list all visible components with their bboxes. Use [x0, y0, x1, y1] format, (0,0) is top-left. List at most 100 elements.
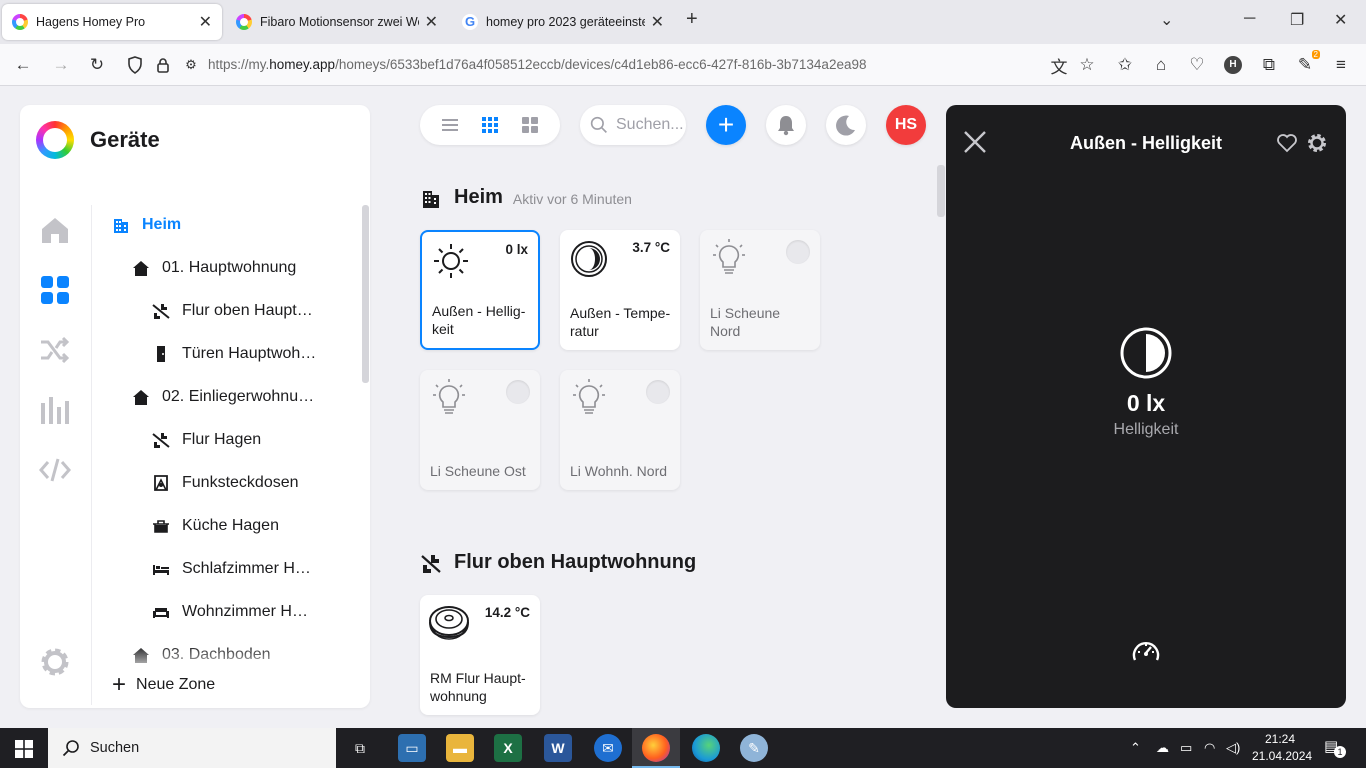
flows-icon[interactable] [38, 333, 72, 367]
edge-icon[interactable] [692, 734, 720, 762]
browser-nav-bar: ← → ↻ ⚙ https://my.homey.app/homeys/6533… [0, 44, 1366, 86]
windows-start-icon[interactable] [15, 740, 33, 758]
user-avatar[interactable]: HS [886, 105, 926, 145]
zone-tree-item[interactable]: 02. Einliegerwohnu… [132, 388, 314, 406]
onedrive-icon[interactable]: ☁ [1156, 740, 1169, 756]
zone-tree-item[interactable]: Flur Hagen [152, 431, 261, 449]
zone-tree-item[interactable]: Türen Hauptwoh… [152, 345, 316, 363]
device-detail-panel: Außen - Helligkeit 0 lx Helligkeit [946, 105, 1346, 708]
dark-mode-button[interactable] [826, 105, 866, 145]
insights-icon[interactable] [38, 393, 72, 427]
gear-icon[interactable] [1306, 132, 1328, 154]
tree-divider [91, 205, 92, 705]
search-icon [62, 740, 79, 757]
wifi-icon[interactable]: ◠ [1204, 740, 1215, 756]
permissions-icon[interactable]: ⚙ [180, 54, 202, 76]
profile-avatar[interactable]: H [1222, 54, 1244, 76]
list-view-icon[interactable] [440, 115, 460, 135]
device-card-li-scheune-nord[interactable]: Li Scheune Nord [700, 230, 820, 350]
sun-icon [434, 244, 468, 278]
device-card-aussen-helligkeit[interactable]: 0 lx Außen - Hellig-keit [420, 230, 540, 350]
zone-tree-item[interactable]: 01. Hauptwohnung [132, 259, 296, 277]
close-tab-icon[interactable]: ✕ [651, 12, 664, 32]
notifications-icon[interactable]: ▤ 1 [1324, 737, 1346, 758]
stairs-icon [152, 302, 170, 320]
tray-chevron-up-icon[interactable]: ⌃ [1130, 740, 1141, 756]
stairs-icon [152, 431, 170, 449]
extensions-icon[interactable]: ⧉ [1258, 54, 1280, 76]
reload-icon[interactable]: ↻ [86, 54, 108, 76]
gauge-icon[interactable] [1130, 636, 1162, 668]
firefox-icon[interactable] [642, 734, 670, 762]
browser-tab-homey[interactable]: Hagens Homey Pro ✕ [2, 4, 222, 40]
saved-bookmarks-icon[interactable]: ✩ [1114, 54, 1136, 76]
new-zone-button[interactable]: + Neue Zone [112, 671, 215, 699]
home-icon[interactable]: ⌂ [1150, 54, 1172, 76]
battery-icon[interactable]: ▭ [1180, 740, 1192, 756]
homey-favicon-icon [12, 14, 28, 30]
volume-icon[interactable]: ◁) [1226, 740, 1240, 756]
main-scrollbar[interactable] [937, 165, 945, 217]
zone-tree-item[interactable]: Flur oben Haupt… [152, 302, 313, 320]
lock-icon[interactable] [152, 54, 174, 76]
heart-icon[interactable] [1276, 132, 1298, 154]
zone-tree-item[interactable]: Wohnzimmer H… [152, 603, 308, 621]
forward-arrow-icon[interactable]: → [50, 54, 72, 76]
device-card-rm-flur-hauptwohnung[interactable]: 14.2 °C RM Flur Haupt-wohnung [420, 595, 540, 715]
word-icon[interactable]: W [544, 734, 572, 762]
google-favicon-icon: G [462, 14, 478, 30]
bulb-icon [713, 239, 745, 274]
device-card-li-wohnh-nord[interactable]: Li Wohnh. Nord [560, 370, 680, 490]
new-tab-icon[interactable]: + [686, 8, 698, 31]
code-icon[interactable] [38, 453, 72, 487]
pocket-icon[interactable]: ♡ [1186, 54, 1208, 76]
back-arrow-icon[interactable]: ← [12, 54, 34, 76]
browser-tab-fibaro[interactable]: Fibaro Motionsensor zwei Werte ✕ [226, 4, 448, 40]
window-close-icon[interactable]: ✕ [1334, 10, 1347, 30]
url-bar[interactable]: https://my.homey.app/homeys/6533bef1d76a… [208, 57, 866, 72]
close-tab-icon[interactable]: ✕ [199, 12, 212, 32]
maximize-icon[interactable]: ❐ [1290, 10, 1304, 30]
thunderbird-icon[interactable]: ✉ [594, 734, 622, 762]
taskbar-search[interactable]: Suchen [48, 728, 336, 768]
device-card-li-scheune-ost[interactable]: Li Scheune Ost [420, 370, 540, 490]
notifications-button[interactable] [766, 105, 806, 145]
home-icon[interactable] [38, 213, 72, 247]
shield-icon[interactable] [124, 54, 146, 76]
device-toggle[interactable] [646, 380, 670, 404]
large-grid-view-icon[interactable] [520, 115, 540, 135]
extension-icon[interactable]: ✎ 2 [1294, 50, 1320, 76]
building-icon [112, 216, 130, 234]
tab-list-chevron-down-icon[interactable]: ⌄ [1160, 10, 1173, 30]
desktop-app-icon[interactable]: ▭ [398, 734, 426, 762]
excel-icon[interactable]: X [494, 734, 522, 762]
settings-icon[interactable] [38, 645, 72, 679]
paint-icon[interactable]: ✎ [740, 734, 768, 762]
devices-icon[interactable] [38, 273, 72, 307]
menu-icon[interactable]: ≡ [1330, 54, 1352, 76]
task-view-icon[interactable]: ⧉ [346, 734, 374, 762]
bookmark-star-icon[interactable]: ☆ [1076, 54, 1098, 76]
device-toggle[interactable] [786, 240, 810, 264]
search-input[interactable] [616, 116, 686, 134]
zone-tree-item[interactable]: Schlafzimmer H… [152, 560, 311, 578]
translate-icon[interactable]: 文 [1048, 54, 1070, 77]
device-toggle[interactable] [506, 380, 530, 404]
zone-tree-item[interactable]: Funksteckdosen [152, 474, 299, 492]
minimize-icon[interactable]: ─ [1244, 10, 1255, 28]
browser-tab-google[interactable]: G homey pro 2023 geräteeinstellu ✕ [452, 4, 674, 40]
tab-title: homey pro 2023 geräteeinstellu [486, 15, 645, 29]
device-value: 14.2 °C [484, 605, 530, 620]
add-device-button[interactable]: + [706, 105, 746, 145]
small-grid-view-icon[interactable] [480, 115, 500, 135]
close-tab-icon[interactable]: ✕ [425, 12, 438, 32]
avatar-initials: HS [894, 116, 918, 133]
zone-tree-item[interactable]: Küche Hagen [152, 517, 279, 535]
devices-sidebar: Geräte Heim 01. Hauptwohnung Flur oben Hau… [20, 105, 370, 708]
view-toggle [420, 105, 560, 145]
file-explorer-icon[interactable]: ▬ [446, 734, 474, 762]
sidebar-scrollbar[interactable] [362, 205, 369, 383]
device-card-aussen-temperatur[interactable]: 3.7 °C Außen - Tempe-ratur [560, 230, 680, 350]
zone-tree-item[interactable]: Heim [112, 216, 181, 234]
taskbar-clock[interactable]: 21:24 21.04.2024 [1252, 731, 1312, 765]
